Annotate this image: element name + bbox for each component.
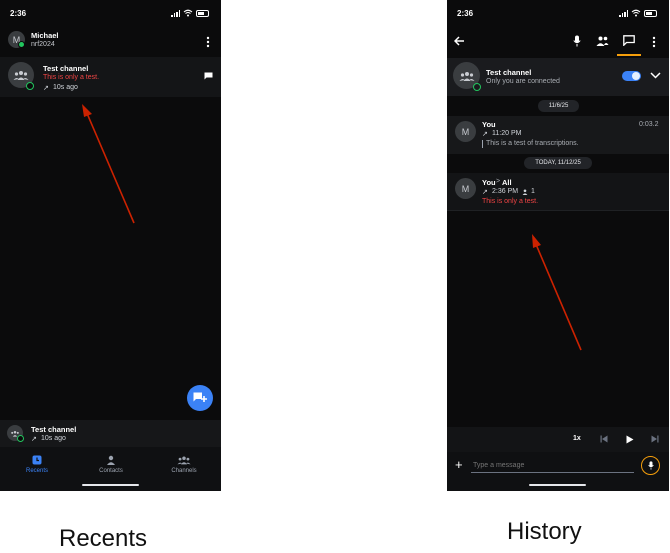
bottom-tab-bar: Recents Contacts Channels	[0, 447, 221, 491]
playback-speed-button[interactable]: 1x	[573, 435, 581, 442]
clock-icon	[32, 455, 42, 465]
message-input[interactable]	[471, 458, 634, 473]
playback-controls: 1x	[447, 427, 669, 452]
caption-history: History	[507, 518, 582, 545]
history-screen: 2:36 Test channel Only you are connected…	[447, 0, 669, 491]
recents-screen: 2:36 M Michael nrf2024 Test channel This…	[0, 0, 221, 491]
chat-plus-icon	[193, 392, 207, 402]
home-indicator	[529, 484, 586, 486]
annotation-arrow	[532, 234, 582, 351]
tab-label: Channels	[171, 468, 197, 474]
tab-channels[interactable]: Channels	[163, 455, 205, 474]
home-indicator	[82, 484, 139, 486]
now-playing-bar[interactable]: Test channel ↗ 10s ago	[0, 420, 221, 447]
record-button[interactable]	[641, 456, 660, 475]
now-playing-title: Test channel	[31, 425, 77, 434]
microphone-icon	[647, 461, 654, 470]
tab-recents[interactable]: Recents	[16, 455, 58, 474]
play-icon[interactable]	[626, 435, 634, 444]
now-playing-arrow: ↗	[31, 436, 37, 443]
tab-label: Recents	[25, 468, 48, 474]
tab-contacts[interactable]: Contacts	[90, 455, 132, 474]
add-attachment-button[interactable]: +	[455, 457, 463, 472]
caption-recents: Recents	[59, 525, 148, 552]
annotation-arrow	[82, 104, 135, 224]
skip-next-icon[interactable]	[651, 435, 659, 443]
now-playing-time: 10s ago	[41, 435, 66, 442]
tab-label: Contacts	[99, 468, 123, 474]
online-ring-indicator	[17, 435, 24, 442]
person-icon	[107, 455, 115, 465]
new-message-fab[interactable]	[187, 385, 213, 411]
skip-previous-icon[interactable]	[600, 435, 608, 443]
message-composer: +	[447, 452, 669, 491]
group-icon	[177, 456, 191, 465]
